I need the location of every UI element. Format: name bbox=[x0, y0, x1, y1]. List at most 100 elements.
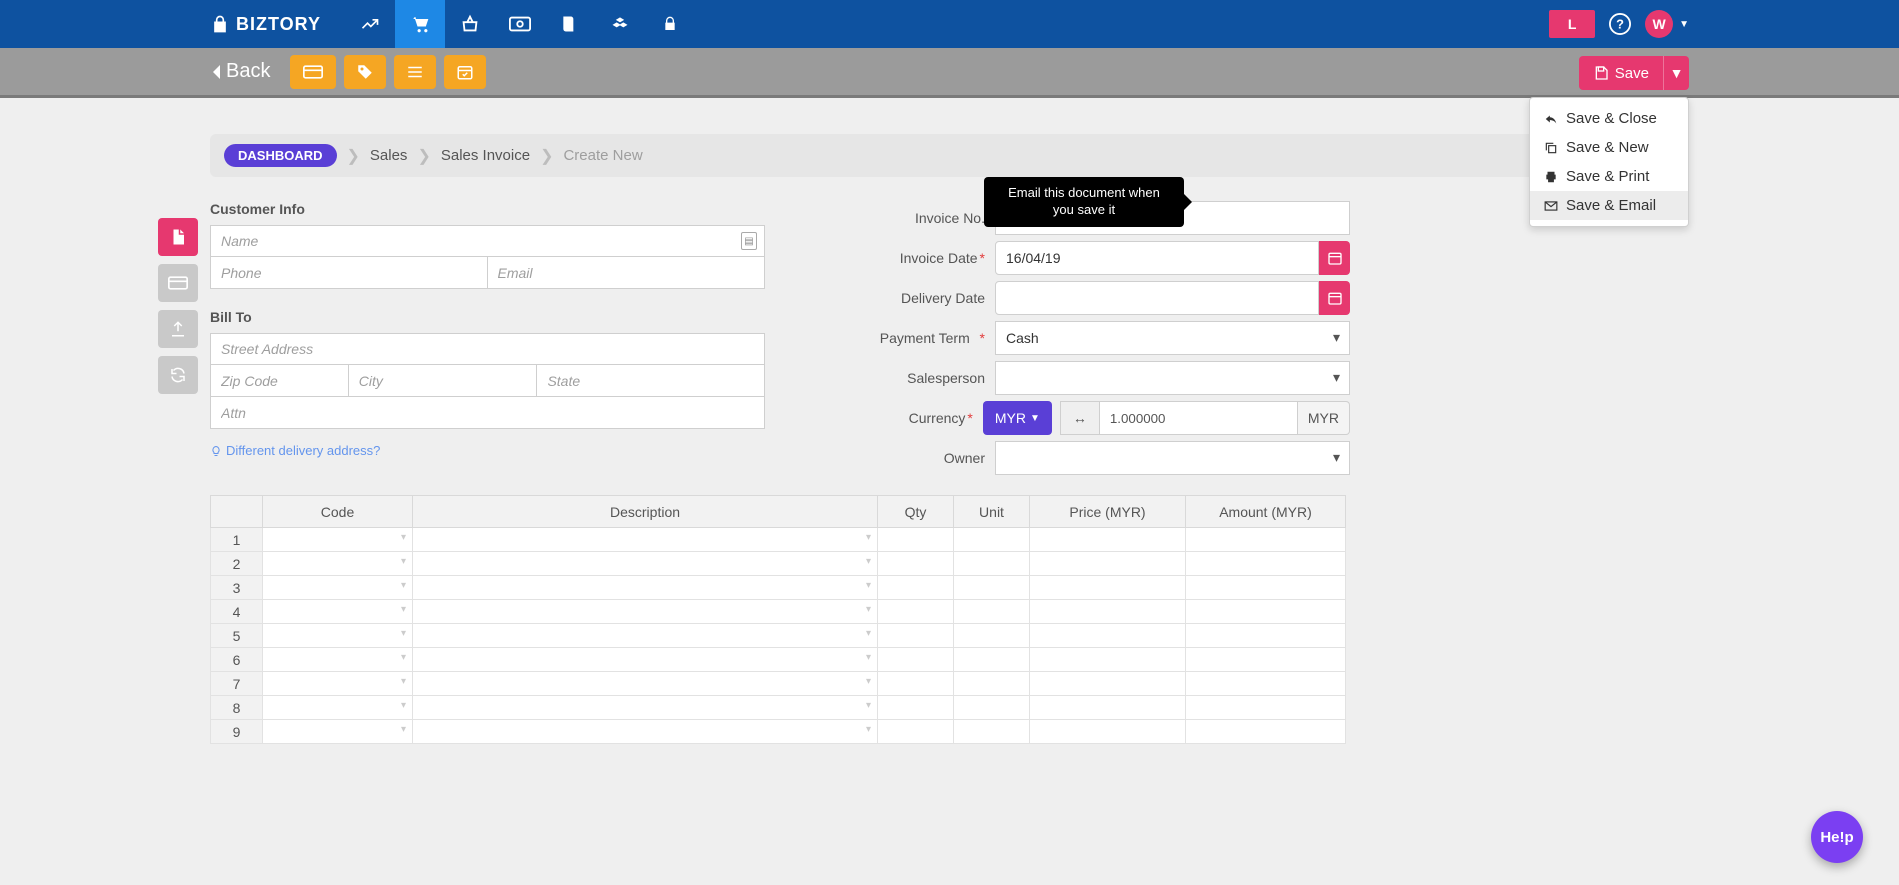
cell-qty[interactable] bbox=[878, 648, 954, 672]
city-input[interactable] bbox=[349, 365, 538, 397]
save-button[interactable]: Save bbox=[1579, 56, 1663, 90]
salesperson-select[interactable] bbox=[995, 361, 1350, 395]
breadcrumb-dashboard[interactable]: DASHBOARD bbox=[224, 144, 337, 167]
cell-price[interactable] bbox=[1030, 720, 1186, 744]
cell-price[interactable] bbox=[1030, 528, 1186, 552]
attn-input[interactable] bbox=[210, 397, 765, 429]
save-email-item[interactable]: Save & Email bbox=[1530, 191, 1688, 220]
cell-qty[interactable] bbox=[878, 552, 954, 576]
nav-basket-icon[interactable] bbox=[445, 0, 495, 48]
help-bubble[interactable]: He!p bbox=[1811, 811, 1863, 863]
cell-amount[interactable] bbox=[1186, 624, 1346, 648]
back-button[interactable]: Back bbox=[210, 60, 270, 83]
cell-qty[interactable] bbox=[878, 528, 954, 552]
zip-input[interactable] bbox=[210, 365, 349, 397]
cell-code[interactable]: ▾ bbox=[263, 576, 413, 600]
cell-description[interactable]: ▾ bbox=[413, 552, 878, 576]
invoice-date-input[interactable] bbox=[995, 241, 1319, 275]
cell-description[interactable]: ▾ bbox=[413, 600, 878, 624]
save-print-item[interactable]: Save & Print bbox=[1530, 162, 1688, 191]
cell-unit[interactable] bbox=[954, 672, 1030, 696]
breadcrumb-dashboard-label: DASHBOARD bbox=[238, 148, 323, 163]
cell-price[interactable] bbox=[1030, 600, 1186, 624]
cell-amount[interactable] bbox=[1186, 648, 1346, 672]
customer-email-input[interactable] bbox=[488, 257, 766, 289]
cell-qty[interactable] bbox=[878, 672, 954, 696]
toolbar-tag-icon[interactable] bbox=[344, 55, 386, 89]
customer-name-input[interactable] bbox=[210, 225, 765, 257]
cell-description[interactable]: ▾ bbox=[413, 696, 878, 720]
different-delivery-link[interactable]: Different delivery address? bbox=[210, 443, 765, 458]
breadcrumb-sales[interactable]: Sales bbox=[370, 147, 408, 164]
cell-unit[interactable] bbox=[954, 624, 1030, 648]
cell-code[interactable]: ▾ bbox=[263, 672, 413, 696]
nav-money-icon[interactable] bbox=[495, 0, 545, 48]
cell-description[interactable]: ▾ bbox=[413, 576, 878, 600]
cell-qty[interactable] bbox=[878, 576, 954, 600]
cell-amount[interactable] bbox=[1186, 552, 1346, 576]
nav-boxes-icon[interactable] bbox=[595, 0, 645, 48]
cell-qty[interactable] bbox=[878, 696, 954, 720]
toolbar-card-icon[interactable] bbox=[290, 55, 336, 89]
cell-price[interactable] bbox=[1030, 552, 1186, 576]
cell-unit[interactable] bbox=[954, 648, 1030, 672]
cell-price[interactable] bbox=[1030, 672, 1186, 696]
cell-code[interactable]: ▾ bbox=[263, 552, 413, 576]
save-close-item[interactable]: Save & Close bbox=[1530, 104, 1688, 133]
cell-price[interactable] bbox=[1030, 696, 1186, 720]
cell-amount[interactable] bbox=[1186, 600, 1346, 624]
cell-unit[interactable] bbox=[954, 528, 1030, 552]
cell-unit[interactable] bbox=[954, 576, 1030, 600]
delivery-date-input[interactable] bbox=[995, 281, 1319, 315]
cell-price[interactable] bbox=[1030, 648, 1186, 672]
state-input[interactable] bbox=[537, 365, 765, 397]
nav-cart-icon[interactable] bbox=[395, 0, 445, 48]
cell-amount[interactable] bbox=[1186, 672, 1346, 696]
delivery-date-picker-button[interactable] bbox=[1319, 281, 1350, 315]
currency-rate-input[interactable] bbox=[1100, 401, 1298, 435]
customer-phone-input[interactable] bbox=[210, 257, 488, 289]
help-icon[interactable]: ? bbox=[1609, 13, 1631, 35]
cell-amount[interactable] bbox=[1186, 576, 1346, 600]
line-items-table: Code Description Qty Unit Price (MYR) Am… bbox=[210, 495, 1346, 744]
save-dropdown-toggle[interactable]: ▼ bbox=[1663, 56, 1689, 90]
cell-amount[interactable] bbox=[1186, 720, 1346, 744]
cell-code[interactable]: ▾ bbox=[263, 696, 413, 720]
cell-code[interactable]: ▾ bbox=[263, 600, 413, 624]
cell-qty[interactable] bbox=[878, 624, 954, 648]
cell-description[interactable]: ▾ bbox=[413, 720, 878, 744]
invoice-date-picker-button[interactable] bbox=[1319, 241, 1350, 275]
payment-term-select[interactable]: Cash bbox=[995, 321, 1350, 355]
cell-amount[interactable] bbox=[1186, 696, 1346, 720]
street-input[interactable] bbox=[210, 333, 765, 365]
cell-unit[interactable] bbox=[954, 600, 1030, 624]
cell-description[interactable]: ▾ bbox=[413, 672, 878, 696]
toolbar-calendar-icon[interactable] bbox=[444, 55, 486, 89]
cell-code[interactable]: ▾ bbox=[263, 720, 413, 744]
cell-amount[interactable] bbox=[1186, 528, 1346, 552]
currency-code-button[interactable]: MYR ▼ bbox=[983, 401, 1052, 435]
cell-price[interactable] bbox=[1030, 624, 1186, 648]
cell-description[interactable]: ▾ bbox=[413, 528, 878, 552]
user-menu[interactable]: W ▼ bbox=[1645, 10, 1689, 38]
toolbar-list-icon[interactable] bbox=[394, 55, 436, 89]
cell-qty[interactable] bbox=[878, 600, 954, 624]
nav-lock-icon[interactable] bbox=[645, 0, 695, 48]
nav-book-icon[interactable] bbox=[545, 0, 595, 48]
save-new-item[interactable]: Save & New bbox=[1530, 133, 1688, 162]
cell-code[interactable]: ▾ bbox=[263, 624, 413, 648]
cell-qty[interactable] bbox=[878, 720, 954, 744]
cell-description[interactable]: ▾ bbox=[413, 648, 878, 672]
plan-badge[interactable]: L bbox=[1549, 10, 1595, 38]
cell-unit[interactable] bbox=[954, 552, 1030, 576]
cell-description[interactable]: ▾ bbox=[413, 624, 878, 648]
breadcrumb-sales-invoice[interactable]: Sales Invoice bbox=[441, 147, 530, 164]
owner-select[interactable] bbox=[995, 441, 1350, 475]
cell-unit[interactable] bbox=[954, 696, 1030, 720]
contact-card-icon[interactable]: ▤ bbox=[741, 232, 757, 250]
cell-code[interactable]: ▾ bbox=[263, 528, 413, 552]
cell-price[interactable] bbox=[1030, 576, 1186, 600]
nav-analytics-icon[interactable] bbox=[345, 0, 395, 48]
cell-code[interactable]: ▾ bbox=[263, 648, 413, 672]
cell-unit[interactable] bbox=[954, 720, 1030, 744]
